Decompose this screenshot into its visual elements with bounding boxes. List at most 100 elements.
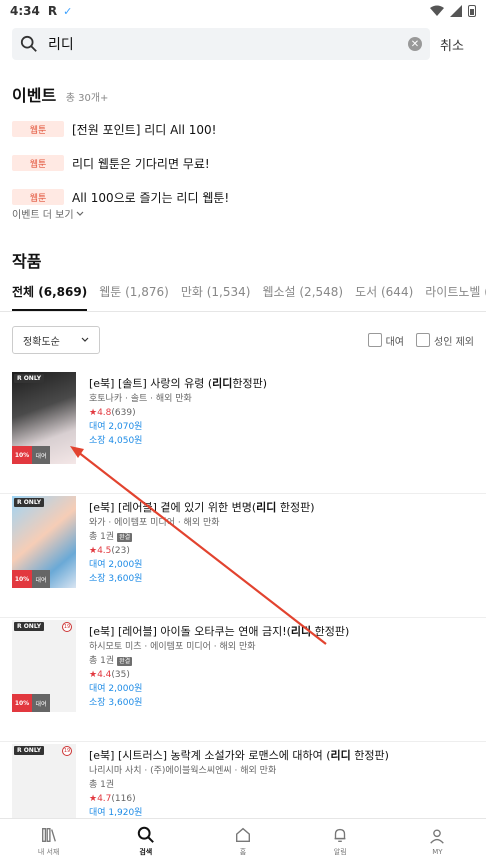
tab-book[interactable]: 도서 (644) — [355, 280, 413, 311]
book-item[interactable]: R ONLY 10% 대여 [e북] [레어블] 곁에 있기 위한 변명(리디 … — [0, 494, 486, 618]
own-price: 소장 3,600원 — [89, 574, 143, 584]
title-suffix: 한정판) — [232, 377, 268, 390]
event-badge: 웹툰 — [12, 189, 64, 205]
library-icon — [41, 828, 56, 842]
nav-label: 내 서재 — [37, 848, 60, 856]
book-info: [e북] [레어블] 아이돌 오타쿠는 연애 금지!(리디 한정판) 하시모토 … — [89, 624, 474, 710]
search-box[interactable]: ✕ — [12, 28, 430, 60]
search-icon — [137, 826, 154, 843]
tab-comic[interactable]: 만화 (1,534) — [181, 280, 251, 311]
title-highlight: 리디 — [330, 749, 351, 762]
nav-label: MY — [432, 848, 443, 856]
book-item[interactable]: R ONLY 19 10% 대여 [e북] [레어블] 아이돌 오타쿠는 연애 … — [0, 618, 486, 742]
book-title[interactable]: [e북] [솔트] 사랑의 유령 (리디한정판) — [89, 376, 474, 392]
r-only-badge: R ONLY — [14, 622, 45, 631]
event-badge: 웹툰 — [12, 155, 64, 171]
book-title[interactable]: [e북] [시트러스] 농락계 소설가와 로맨스에 대하여 (리디 한정판) — [89, 748, 474, 764]
nav-home[interactable]: 홈 — [194, 819, 291, 864]
events-more-label: 이벤트 더 보기 — [12, 210, 74, 221]
title-prefix: [e북] [레어블] 곁에 있기 위한 변명( — [89, 501, 257, 514]
works-title: 작품 — [12, 252, 42, 271]
rent-price: 대여 2,070원 — [89, 422, 143, 432]
title-highlight: 리디 — [256, 501, 277, 514]
complete-badge: 완결 — [117, 656, 133, 666]
nav-library[interactable]: 내 서재 — [0, 819, 97, 864]
bell-icon — [334, 828, 346, 842]
rent-filter[interactable]: 대여 — [367, 333, 405, 348]
tab-all[interactable]: 전체 (6,869) — [12, 280, 88, 311]
app-indicator: R — [47, 4, 58, 18]
clear-search-icon[interactable]: ✕ — [408, 37, 422, 51]
own-price: 소장 4,050원 — [89, 436, 143, 446]
events-more-link[interactable]: 이벤트 더 보기 — [12, 206, 84, 221]
nav-my[interactable]: MY — [389, 819, 486, 864]
rating-count: (35) — [111, 670, 130, 680]
tab-webtoon[interactable]: 웹툰 (1,876) — [99, 280, 169, 311]
book-rating: ★4.5(23) — [89, 544, 474, 558]
rent-badge: 대여 — [32, 694, 50, 712]
adult-exclude-checkbox[interactable] — [416, 333, 431, 347]
sale-badge: 10% — [12, 694, 32, 712]
sync-check-icon: ✓ — [63, 4, 73, 18]
title-prefix: [e북] [레어블] 아이돌 오타쿠는 연애 금지!( — [89, 625, 291, 638]
rent-checkbox[interactable] — [367, 333, 382, 347]
adult-exclude-label: 성인 제외 — [434, 336, 474, 348]
event-badge: 웹툰 — [12, 121, 64, 137]
book-cover[interactable]: R ONLY 10% 대여 — [12, 496, 76, 588]
age-rating-badge: 19 — [62, 746, 72, 756]
book-cover[interactable]: R ONLY 19 10% 대여 — [12, 620, 76, 712]
rent-filter-label: 대여 — [385, 336, 405, 348]
sort-label: 정확도순 — [23, 336, 60, 348]
book-item[interactable]: R ONLY 10% 대여 [e북] [솔트] 사랑의 유령 (리디한정판) 호… — [0, 370, 486, 494]
book-info: [e북] [시트러스] 농락계 소설가와 로맨스에 대하여 (리디 한정판) 나… — [89, 748, 474, 820]
book-meta: 호토나카 · 솔트 · 해외 만화 — [89, 394, 192, 404]
book-meta: 와가 · 에이템포 미디어 · 해외 만화 — [89, 518, 220, 528]
book-volume: 총 1권 완결 — [89, 654, 474, 668]
book-meta: 하시모토 미츠 · 에이템포 미디어 · 해외 만화 — [89, 642, 256, 652]
book-cover[interactable]: R ONLY 10% 대여 — [12, 372, 76, 464]
nav-notifications[interactable]: 알림 — [292, 819, 389, 864]
wifi-icon — [430, 5, 444, 16]
book-info: [e북] [레어블] 곁에 있기 위한 변명(리디 한정판) 와가 · 에이템포… — [89, 500, 474, 586]
book-title[interactable]: [e북] [레어블] 아이돌 오타쿠는 연애 금지!(리디 한정판) — [89, 624, 474, 640]
star-icon: ★ — [89, 408, 98, 418]
book-volume: 총 1권 완결 — [89, 530, 474, 544]
volume-count: 총 1권 — [89, 532, 115, 542]
tab-lightnovel[interactable]: 라이트노벨 (217) — [425, 280, 486, 311]
category-tabs: 전체 (6,869) 웹툰 (1,876) 만화 (1,534) 웹소설 (2,… — [0, 280, 486, 312]
book-list: R ONLY 10% 대여 [e북] [솔트] 사랑의 유령 (리디한정판) 호… — [0, 370, 486, 864]
adult-exclude-filter[interactable]: 성인 제외 — [416, 333, 474, 348]
works-heading: 작품 — [12, 248, 41, 272]
search-input[interactable] — [48, 36, 408, 52]
book-title[interactable]: [e북] [레어블] 곁에 있기 위한 변명(리디 한정판) — [89, 500, 474, 516]
battery-icon — [468, 5, 476, 17]
home-icon — [236, 827, 250, 842]
title-suffix: 한정판) — [276, 501, 315, 514]
star-icon: ★ — [89, 546, 98, 556]
nav-label: 알림 — [333, 848, 347, 856]
events-count: 총 30개+ — [65, 93, 109, 104]
signal-icon — [450, 5, 462, 17]
book-info: [e북] [솔트] 사랑의 유령 (리디한정판) 호토나카 · 솔트 · 해외 … — [89, 376, 474, 448]
title-prefix: [e북] [시트러스] 농락계 소설가와 로맨스에 대하여 ( — [89, 749, 331, 762]
volume-count: 총 1권 — [89, 780, 115, 790]
rating-count: (639) — [111, 408, 136, 418]
sort-dropdown[interactable]: 정확도순 — [12, 326, 100, 354]
r-only-badge: R ONLY — [14, 374, 45, 383]
event-item[interactable]: 웹툰 [전원 포인트] 리디 All 100! — [12, 112, 474, 146]
nav-search[interactable]: 검색 — [97, 819, 194, 864]
book-rating: ★4.4(35) — [89, 668, 474, 682]
r-only-badge: R ONLY — [14, 746, 45, 755]
volume-count: 총 1권 — [89, 656, 115, 666]
r-only-badge: R ONLY — [14, 498, 45, 507]
event-item[interactable]: 웹툰 리디 웹툰은 기다리면 무료! — [12, 146, 474, 180]
rating-score: 4.7 — [97, 794, 112, 804]
sale-badge: 10% — [12, 570, 32, 588]
rating-count: (116) — [111, 794, 136, 804]
cancel-button[interactable]: 취소 — [430, 35, 474, 54]
status-bar: 4:34 R ✓ — [0, 0, 486, 22]
bottom-nav: 내 서재 검색 홈 알림 MY — [0, 818, 486, 864]
search-icon — [20, 35, 37, 52]
rent-price: 대여 2,000원 — [89, 560, 143, 570]
tab-webnovel[interactable]: 웹소설 (2,548) — [262, 280, 343, 311]
